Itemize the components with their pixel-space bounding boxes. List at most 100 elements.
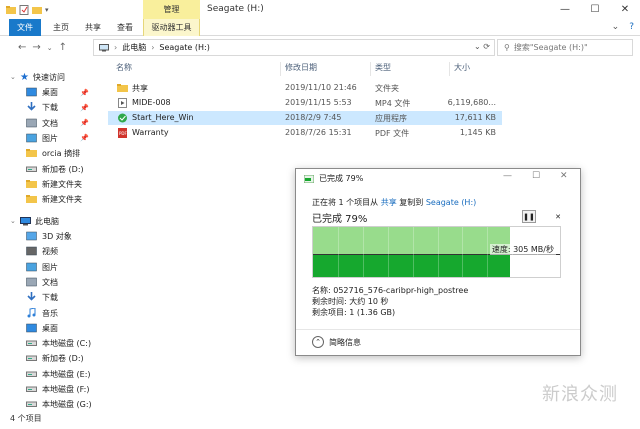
up-arrow-icon[interactable]: ↑ bbox=[59, 42, 67, 53]
column-header-date[interactable]: 修改日期 bbox=[280, 62, 317, 76]
nav-item[interactable]: 文档 📌 bbox=[0, 116, 97, 131]
nav-item[interactable]: 图片 📌 bbox=[0, 131, 97, 146]
nav-item-label: 本地磁盘 (C:) bbox=[42, 339, 92, 349]
folder-icon bbox=[26, 179, 37, 190]
pin-icon[interactable]: 📌 bbox=[80, 134, 89, 142]
nav-item[interactable]: 本地磁盘 (F:) bbox=[0, 382, 97, 397]
nav-item[interactable]: 本地磁盘 (E:) bbox=[0, 367, 97, 382]
search-input[interactable]: ⚲ 搜索"Seagate (H:)" bbox=[497, 39, 633, 56]
context-tab-manage[interactable]: 管理 bbox=[143, 0, 200, 19]
star-icon: ★ bbox=[20, 72, 29, 83]
maximize-button[interactable]: ☐ bbox=[580, 0, 610, 19]
table-row[interactable]: 共享 2019/11/10 21:46 文件夹 bbox=[108, 81, 502, 95]
column-header-size[interactable]: 大小 bbox=[449, 62, 470, 76]
file-type: 文件夹 bbox=[375, 84, 399, 93]
nav-item[interactable]: 本地磁盘 (C:) bbox=[0, 336, 97, 351]
nav-item[interactable]: 新建文件夹 bbox=[0, 177, 97, 192]
tab-file[interactable]: 文件 bbox=[9, 19, 41, 36]
address-dropdown-icon[interactable]: ⌄ bbox=[474, 42, 481, 51]
desktop-icon bbox=[26, 323, 37, 334]
music-icon bbox=[26, 306, 37, 319]
nav-item[interactable]: 新加卷 (D:) bbox=[0, 162, 97, 177]
help-icon[interactable]: ? bbox=[629, 22, 634, 32]
close-button[interactable]: ✕ bbox=[610, 0, 640, 19]
nav-item[interactable]: 桌面 📌 bbox=[0, 85, 97, 100]
back-arrow-icon[interactable]: ← bbox=[18, 42, 26, 53]
dialog-minimize-button[interactable]: — bbox=[503, 171, 512, 181]
chevron-up-icon: ⌃ bbox=[312, 336, 324, 348]
file-name-line: 名称: 052716_576-caribpr-high_postree bbox=[312, 286, 469, 295]
nav-item-label: orcia 摘排 bbox=[42, 149, 81, 159]
dialog-close-button[interactable]: ✕ bbox=[560, 171, 568, 181]
nav-item-label: 文档 bbox=[42, 277, 58, 287]
breadcrumb-this-pc[interactable]: 此电脑 bbox=[122, 42, 146, 53]
refresh-icon[interactable]: ⟳ bbox=[483, 42, 490, 51]
desktop-icon bbox=[26, 87, 37, 98]
pin-icon[interactable]: 📌 bbox=[80, 104, 89, 112]
quick-access-dropdown-icon[interactable]: ▾ bbox=[45, 6, 49, 14]
nav-item[interactable]: 音乐 bbox=[0, 306, 97, 321]
graph-gridline bbox=[363, 227, 364, 277]
ribbon-expand-icon[interactable]: ⌄ bbox=[612, 22, 620, 32]
pictures-icon bbox=[26, 262, 37, 273]
pin-icon[interactable]: 📌 bbox=[80, 119, 89, 127]
tab-view[interactable]: 查看 bbox=[112, 19, 138, 36]
nav-item[interactable]: 桌面 bbox=[0, 321, 97, 336]
progress-percent-text: 已完成 79% bbox=[312, 214, 368, 225]
tab-drive-tools[interactable]: 驱动器工具 bbox=[143, 19, 200, 36]
destination-link[interactable]: Seagate (H:) bbox=[426, 198, 476, 207]
properties-icon[interactable] bbox=[19, 4, 29, 15]
file-type: MP4 文件 bbox=[375, 99, 411, 108]
pause-button[interactable]: ❚❚ bbox=[522, 210, 536, 223]
table-row[interactable]: Start_Here_Win 2018/2/9 7:45 应用程序 17,611 KB bbox=[108, 111, 502, 125]
column-header-type[interactable]: 类型 bbox=[370, 62, 391, 76]
minimize-button[interactable]: — bbox=[550, 0, 580, 19]
nav-this-pc[interactable]: ⌄ 此电脑 bbox=[0, 214, 97, 229]
table-row[interactable]: MIDE-008 2019/11/15 5:53 MP4 文件 6,119,680..… bbox=[108, 96, 502, 110]
file-size: 17,611 KB bbox=[454, 113, 496, 122]
source-link[interactable]: 共享 bbox=[381, 198, 397, 207]
nav-item-label: 新建文件夹 bbox=[42, 179, 82, 189]
file-size: 1,145 KB bbox=[459, 128, 496, 137]
nav-item[interactable]: 新加卷 (D:) bbox=[0, 351, 97, 366]
nav-item[interactable]: 图片 bbox=[0, 260, 97, 275]
nav-item[interactable]: 下载 📌 bbox=[0, 100, 97, 115]
pictures-icon bbox=[26, 133, 37, 144]
nav-item[interactable]: 下载 bbox=[0, 290, 97, 305]
nav-item[interactable]: 新建文件夹 bbox=[0, 192, 97, 207]
speed-graph: 速度: 305 MB/秒 bbox=[312, 226, 561, 278]
chevron-down-icon[interactable]: ⌄ bbox=[10, 217, 16, 225]
dialog-maximize-button[interactable]: ☐ bbox=[532, 171, 540, 181]
drive-icon bbox=[26, 338, 37, 349]
copy-desc-mid: 复制到 bbox=[399, 198, 424, 207]
nav-item[interactable]: 3D 对象 bbox=[0, 229, 97, 244]
pin-icon[interactable]: 📌 bbox=[80, 89, 89, 97]
nav-item-label: 桌面 bbox=[42, 88, 58, 97]
column-header-name[interactable]: 名称 bbox=[116, 62, 132, 76]
nav-item-label: 新加卷 (D:) bbox=[42, 354, 84, 364]
file-name: Start_Here_Win bbox=[132, 113, 194, 122]
nav-item[interactable]: 文档 bbox=[0, 275, 97, 290]
forward-arrow-icon[interactable]: → bbox=[32, 42, 40, 53]
nav-item[interactable]: orcia 摘排 bbox=[0, 146, 97, 161]
nav-label: 快速访问 bbox=[32, 73, 65, 82]
download-icon bbox=[26, 102, 37, 113]
graph-gridline bbox=[388, 227, 389, 277]
breadcrumb-drive[interactable]: Seagate (H:) bbox=[159, 43, 209, 52]
drive-icon bbox=[26, 369, 37, 380]
new-folder-icon[interactable] bbox=[32, 5, 42, 15]
table-row[interactable]: PDF Warranty 2018/7/26 15:31 PDF 文件 1,145 KB bbox=[108, 126, 502, 140]
items-remaining-line: 剩余项目: 1 (1.36 GB) bbox=[312, 308, 396, 317]
nav-item[interactable]: 视频 bbox=[0, 244, 97, 259]
tab-home[interactable]: 主页 bbox=[48, 19, 74, 36]
nav-quick-access[interactable]: ⌄ ★ 快速访问 bbox=[0, 70, 97, 85]
recent-dropdown-icon[interactable]: ⌄ bbox=[47, 44, 53, 52]
address-bar[interactable]: › 此电脑 › Seagate (H:) ⌄ ⟳ bbox=[93, 39, 495, 56]
speed-area bbox=[313, 255, 510, 277]
cancel-button[interactable]: ✕ bbox=[551, 210, 565, 223]
chevron-down-icon[interactable]: ⌄ bbox=[10, 73, 16, 81]
ribbon-tabs: 文件 主页 共享 查看 驱动器工具 ⌄ ? bbox=[0, 19, 640, 36]
pc-icon bbox=[20, 217, 31, 226]
less-details-button[interactable]: ⌃ 简略信息 bbox=[312, 336, 361, 348]
tab-share[interactable]: 共享 bbox=[80, 19, 106, 36]
